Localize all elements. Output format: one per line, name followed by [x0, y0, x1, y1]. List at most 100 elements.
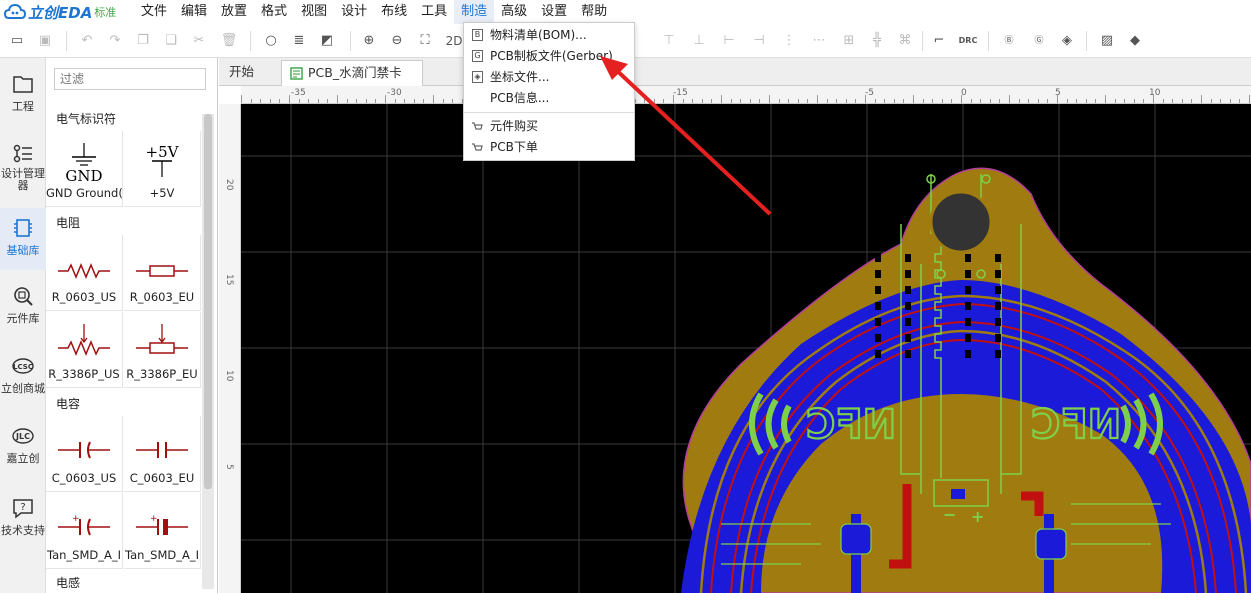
distribute-v-icon[interactable]: ⋯	[810, 32, 828, 50]
zoom-out-icon[interactable]: ⊖	[388, 32, 406, 50]
ruler-tick	[903, 99, 905, 103]
library-item-c0603us[interactable]: C_0603_US	[46, 416, 123, 492]
menu-item-label: 坐标文件...	[490, 70, 550, 84]
library-item-label: C_0603_US	[51, 471, 117, 485]
ruler-tick	[1114, 99, 1116, 103]
menu-item-gerber[interactable]: G PCB制板文件(Gerber)	[464, 46, 634, 67]
library-item-r3386peu[interactable]: R_3386P_EU	[124, 312, 201, 388]
ruler-tick	[865, 95, 866, 103]
zoom-in-icon[interactable]: ⊕	[360, 32, 378, 50]
align-right-icon[interactable]: ⊣	[750, 32, 768, 50]
toolbar-separator	[922, 31, 923, 51]
nav-component-library[interactable]: 元件库	[0, 284, 46, 334]
menu-item-pcb-info[interactable]: PCB信息...	[464, 88, 634, 109]
library-item-label: Tan_SMD_A_I	[124, 548, 200, 562]
tab-start[interactable]: 开始	[219, 60, 264, 86]
library-item-tan-us[interactable]: + Tan_SMD_A_I	[46, 493, 123, 569]
menu-3[interactable]: 格式	[254, 0, 294, 24]
ruler-tick	[346, 99, 348, 103]
ruler-tick	[327, 99, 329, 103]
copy-icon[interactable]: ❐	[134, 32, 152, 50]
library-item-label: C_0603_EU	[129, 471, 195, 485]
menu-0[interactable]: 文件	[134, 0, 174, 24]
drc-button[interactable]: DRC	[956, 32, 980, 50]
distribute-h-icon[interactable]: ⋮	[780, 32, 798, 50]
undo-icon[interactable]: ↶	[78, 32, 96, 50]
align-center-icon[interactable]: ╬	[868, 32, 886, 50]
filter-input[interactable]	[54, 68, 206, 90]
search-icon[interactable]: ○	[262, 32, 280, 50]
menu-item-bom[interactable]: B 物料清单(BOM)...	[464, 25, 634, 46]
nav-jlc[interactable]: JLC 嘉立创	[0, 424, 46, 474]
gerber-icon[interactable]: Ⓖ	[1030, 32, 1048, 50]
panel-scrollbar[interactable]	[202, 114, 214, 589]
group-icon[interactable]: ⌘	[896, 32, 914, 50]
ruler-tick	[989, 99, 991, 103]
menu-4[interactable]: 视图	[294, 0, 334, 24]
route-icon[interactable]: ⌐	[930, 32, 948, 50]
nav-project[interactable]: 工程	[0, 72, 46, 122]
library-item-r3386pus[interactable]: R_3386P_US	[46, 312, 123, 388]
image-icon[interactable]: ▨	[1098, 32, 1116, 50]
ruler-tick	[913, 95, 914, 103]
menu-11[interactable]: 帮助	[574, 0, 614, 24]
save-icon[interactable]: ▣	[36, 32, 54, 50]
redo-icon[interactable]: ↷	[106, 32, 124, 50]
menu-9[interactable]: 高级	[494, 0, 534, 24]
pcb-canvas[interactable]: NFC NFC − +	[241, 104, 1251, 593]
fit-view-icon[interactable]: ⛶	[416, 32, 434, 50]
ruler-tick	[404, 99, 406, 103]
menu-8[interactable]: 制造	[454, 0, 495, 24]
new-icon[interactable]: ▭	[8, 32, 26, 50]
library-item-r0603us[interactable]: R_0603_US	[46, 235, 123, 311]
coordinate-icon[interactable]: ◈	[1058, 32, 1076, 50]
menu-2[interactable]: 放置	[214, 0, 254, 24]
ruler-tick	[653, 99, 655, 103]
ruler-tick	[807, 99, 809, 103]
ruler-tick	[1037, 99, 1039, 103]
edition-label: 标准	[94, 6, 117, 19]
align-bottom-icon[interactable]: ⊥	[690, 32, 708, 50]
nav-design-manager[interactable]: 设计管理器	[0, 142, 46, 202]
tab-pcb[interactable]: PCB_水滴门禁卡	[281, 60, 423, 86]
menu-item-coordinate[interactable]: ◈ 坐标文件...	[464, 67, 634, 88]
menu-5[interactable]: 设计	[334, 0, 374, 24]
bom-icon[interactable]: Ⓑ	[1000, 32, 1018, 50]
ruler-tick	[1181, 99, 1183, 103]
find-list-icon[interactable]: ≣	[290, 32, 308, 50]
nav-lcsc-store[interactable]: LCSC 立创商城	[0, 354, 46, 404]
nav-basic-library[interactable]: 基础库	[0, 208, 46, 270]
menu-item-buy-parts[interactable]: 元件购买	[464, 116, 634, 137]
view-2d-button[interactable]: 2D	[444, 32, 464, 50]
nav-tech-support[interactable]: ? 技术支持	[0, 496, 46, 546]
paste-icon[interactable]: ❏	[162, 32, 180, 50]
align-top-icon[interactable]: ⊤	[660, 32, 678, 50]
cut-icon[interactable]: ✂	[190, 32, 208, 50]
ruler-tick	[1201, 95, 1202, 103]
library-item-c0603eu[interactable]: C_0603_EU	[124, 416, 201, 492]
layers-icon[interactable]: ◆	[1126, 32, 1144, 50]
ruler-tick	[442, 99, 444, 103]
ruler-tick	[769, 95, 770, 103]
align-grid-icon[interactable]: ⊞	[840, 32, 858, 50]
menu-item-pcb-order[interactable]: PCB下单	[464, 137, 634, 158]
eraser-icon[interactable]: ◩	[318, 32, 336, 50]
align-left-icon[interactable]: ⊢	[720, 32, 738, 50]
scrollbar-thumb[interactable]	[204, 114, 212, 489]
library-item-tan-eu[interactable]: + Tan_SMD_A_I	[124, 493, 201, 569]
library-item-r0603eu[interactable]: R_0603_EU	[124, 235, 201, 311]
library-item-gnd[interactable]: GND GND Ground(1	[46, 131, 123, 207]
nav-label: 基础库	[6, 244, 40, 257]
menu-7[interactable]: 工具	[414, 0, 454, 24]
ruler-tick	[1085, 99, 1087, 103]
delete-icon[interactable]: 🗑	[220, 32, 238, 50]
library-item-5v[interactable]: +5V +5V	[124, 131, 201, 207]
svg-text:+: +	[150, 514, 158, 524]
menu-10[interactable]: 设置	[534, 0, 574, 24]
pcb-board[interactable]: NFC NFC − +	[241, 104, 1251, 593]
logo-text: 立创EDA	[28, 3, 93, 22]
menu-6[interactable]: 布线	[374, 0, 414, 24]
lcsc-icon: LCSC	[12, 358, 34, 374]
menu-1[interactable]: 编辑	[174, 0, 214, 24]
ruler-tick	[1162, 99, 1164, 103]
